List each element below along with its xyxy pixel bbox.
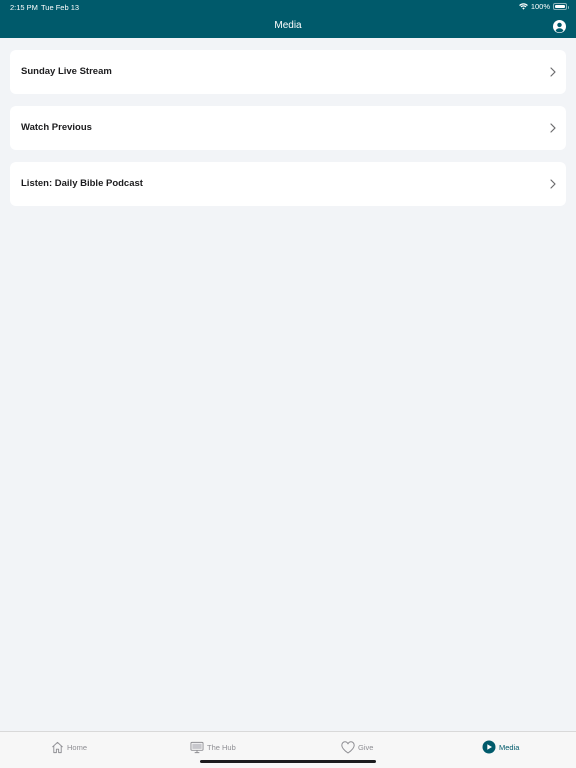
status-time: 2:15 PM (10, 3, 38, 12)
chevron-right-icon (550, 123, 556, 133)
home-indicator[interactable] (200, 760, 376, 763)
chevron-right-icon (550, 67, 556, 77)
battery-percent: 100% (530, 2, 550, 11)
tab-label: The Hub (207, 742, 236, 752)
tab-label: Home (67, 742, 88, 752)
play-circle-icon (482, 740, 496, 754)
status-date: Tue Feb 13 (41, 3, 80, 12)
status-indicators: 100% (518, 2, 569, 11)
app-header: 2:15 PM Tue Feb 13 100% Media (0, 0, 576, 38)
battery-icon (553, 3, 569, 10)
media-item-label: Watch Previous (21, 122, 92, 133)
page-title: Media (274, 20, 302, 31)
media-item-watch-previous[interactable]: Watch Previous (10, 106, 566, 150)
heart-icon (341, 740, 355, 754)
media-item-sunday-live-stream[interactable]: Sunday Live Stream (10, 50, 566, 94)
media-item-daily-bible-podcast[interactable]: Listen: Daily Bible Podcast (10, 162, 566, 206)
account-circle-icon[interactable] (553, 20, 566, 33)
tab-the-hub[interactable]: The Hub (190, 739, 236, 755)
monitor-icon (190, 741, 204, 753)
media-list: Sunday Live Stream Watch Previous Listen… (10, 50, 566, 218)
tab-give[interactable]: Give (341, 739, 373, 755)
wifi-icon (518, 3, 528, 10)
status-bar: 2:15 PM Tue Feb 13 100% (0, 0, 576, 14)
home-icon (52, 741, 63, 753)
tab-home[interactable]: Home (51, 739, 87, 755)
chevron-right-icon (550, 179, 556, 189)
tab-label: Give (358, 742, 374, 752)
tab-media[interactable]: Media (482, 739, 519, 755)
media-item-label: Listen: Daily Bible Podcast (21, 178, 143, 189)
tab-label: Media (499, 742, 520, 752)
media-item-label: Sunday Live Stream (21, 66, 112, 77)
